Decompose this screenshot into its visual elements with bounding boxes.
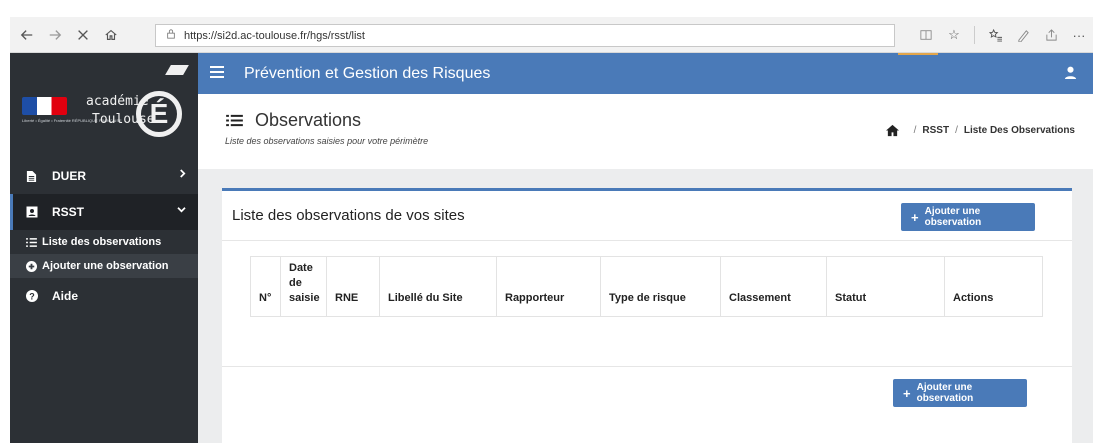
sidebar-item-label: RSST	[52, 205, 85, 219]
browser-actions: ☆ ···	[912, 17, 1093, 53]
add-observation-button-bottom[interactable]: + Ajouter une observation	[893, 379, 1027, 407]
flag-caption: Liberté • Égalité • Fraternité RÉPUBLIQU…	[22, 118, 122, 123]
sidebar-subitem-label: Ajouter une observation	[42, 260, 169, 272]
reading-view-icon[interactable]	[912, 24, 940, 46]
plus-circle-icon	[26, 260, 38, 272]
app-header: Prévention et Gestion des Risques	[198, 53, 1093, 94]
box-title: Liste des observations de vos sites	[232, 207, 465, 224]
col-rapporteur[interactable]: Rapporteur	[496, 256, 601, 317]
address-bar[interactable]: https://si2d.ac-toulouse.fr/hgs/rsst/lis…	[155, 24, 895, 47]
col-numero[interactable]: N°	[250, 256, 281, 317]
col-rne[interactable]: RNE	[326, 256, 380, 317]
col-type-risque[interactable]: Type de risque	[600, 256, 721, 317]
e-letter-logo: É	[136, 91, 182, 137]
logo-accent	[165, 65, 189, 75]
pen-icon[interactable]	[1009, 24, 1037, 46]
loading-indicator	[898, 53, 938, 55]
stop-icon[interactable]	[72, 24, 94, 46]
favorites-icon[interactable]	[981, 24, 1009, 46]
page-title-text: Observations	[255, 110, 362, 130]
sidebar: Liberté • Égalité • Fraternité RÉPUBLIQU…	[10, 53, 198, 443]
sidebar-item-label: Aide	[52, 289, 79, 303]
question-circle-icon: ?	[26, 290, 40, 302]
page-title: Observations	[226, 110, 361, 131]
col-classement[interactable]: Classement	[720, 256, 827, 317]
button-label: Ajouter une observation	[916, 382, 974, 404]
id-card-icon	[26, 206, 40, 218]
list-icon	[226, 114, 243, 127]
marianne-flag-icon: Liberté • Égalité • Fraternité RÉPUBLIQU…	[22, 97, 122, 127]
sidebar-subitem-label: Liste des observations	[42, 236, 162, 248]
toolbar-divider	[974, 26, 975, 44]
breadcrumb-separator: /	[955, 125, 958, 136]
lock-icon	[166, 29, 178, 42]
page-subtitle: Liste des observations saisies pour votr…	[225, 136, 429, 146]
box-footer-divider	[222, 366, 1072, 367]
main-content: Observations Liste des observations sais…	[198, 94, 1093, 443]
observations-table: N° Date de saisie RNE Libellé du Site Ra…	[250, 256, 1043, 317]
box-header: Liste des observations de vos sites + Aj…	[222, 191, 1072, 241]
chevron-down-icon	[177, 205, 186, 216]
sidebar-item-duer[interactable]: DUER	[10, 158, 198, 194]
screenshot: https://si2d.ac-toulouse.fr/hgs/rsst/lis…	[0, 0, 1093, 443]
sidebar-item-rsst[interactable]: RSST	[10, 194, 198, 230]
page-header: Observations Liste des observations sais…	[198, 94, 1093, 169]
breadcrumb-rsst[interactable]: RSST	[922, 125, 949, 136]
user-icon[interactable]	[1064, 66, 1077, 84]
plus-icon: +	[911, 209, 919, 225]
academie-logo[interactable]: Liberté • Égalité • Fraternité RÉPUBLIQU…	[10, 53, 198, 158]
home-icon[interactable]	[885, 124, 900, 137]
browser-toolbar: https://si2d.ac-toulouse.fr/hgs/rsst/lis…	[10, 17, 1093, 53]
share-icon[interactable]	[1037, 24, 1065, 46]
svg-text:?: ?	[29, 292, 35, 302]
breadcrumb-current: Liste Des Observations	[963, 125, 1075, 136]
hamburger-menu-icon[interactable]	[210, 65, 224, 83]
app-title: Prévention et Gestion des Risques	[244, 64, 491, 82]
observations-box: Liste des observations de vos sites + Aj…	[222, 188, 1072, 443]
forward-icon[interactable]	[44, 24, 66, 46]
col-date-saisie[interactable]: Date de saisie	[280, 256, 327, 317]
chevron-right-icon	[179, 169, 186, 181]
add-observation-button[interactable]: + Ajouter une observation	[901, 203, 1035, 231]
home-icon[interactable]	[100, 24, 122, 46]
sidebar-subitem-ajouter-observation[interactable]: Ajouter une observation	[10, 254, 198, 278]
breadcrumb-separator: /	[913, 125, 917, 136]
url-text: https://si2d.ac-toulouse.fr/hgs/rsst/lis…	[184, 29, 365, 42]
col-statut[interactable]: Statut	[826, 256, 945, 317]
file-icon	[26, 170, 40, 183]
table-header-row: N° Date de saisie RNE Libellé du Site Ra…	[250, 256, 1043, 317]
col-actions: Actions	[944, 256, 1043, 317]
button-label: Ajouter une observation	[924, 206, 982, 228]
list-icon	[26, 237, 38, 247]
more-icon[interactable]: ···	[1065, 24, 1093, 46]
sidebar-item-aide[interactable]: ? Aide	[10, 278, 198, 314]
sidebar-item-label: DUER	[52, 169, 87, 183]
breadcrumb: / RSST / Liste Des Observations	[885, 124, 1075, 137]
back-icon[interactable]	[16, 24, 38, 46]
sidebar-subitem-liste-observations[interactable]: Liste des observations	[10, 230, 198, 254]
star-icon[interactable]: ☆	[940, 24, 968, 46]
col-libelle-site[interactable]: Libellé du Site	[379, 256, 497, 317]
plus-icon: +	[903, 385, 911, 401]
